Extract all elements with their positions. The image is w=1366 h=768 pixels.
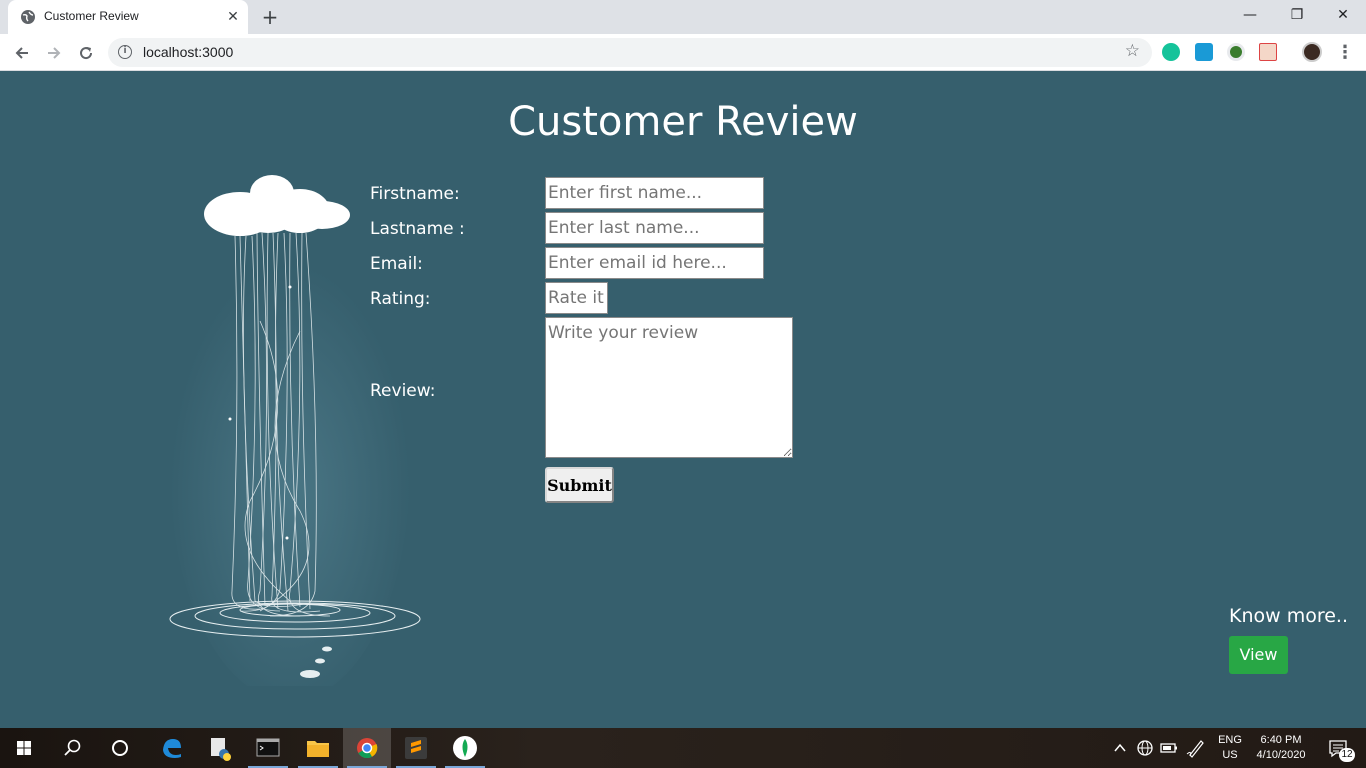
- address-bar[interactable]: i localhost:3000 ☆: [108, 38, 1152, 67]
- minimize-button[interactable]: —: [1227, 0, 1273, 32]
- page-body: Customer Review Firstname: Enter first n…: [0, 71, 1366, 728]
- python-file-icon[interactable]: [196, 728, 244, 768]
- notifications-icon[interactable]: 12: [1318, 728, 1358, 768]
- search-icon[interactable]: [48, 728, 96, 768]
- clock-time: 6:40 PM: [1260, 734, 1302, 746]
- reload-icon[interactable]: [72, 39, 100, 67]
- screen-share-extension-icon[interactable]: [1195, 43, 1213, 61]
- forward-arrow-icon[interactable]: [40, 39, 68, 67]
- tab-close-icon[interactable]: ✕: [224, 8, 242, 26]
- review-textarea[interactable]: [545, 317, 793, 458]
- firstname-label: Firstname:: [370, 184, 460, 204]
- chrome-icon[interactable]: [343, 728, 391, 768]
- lastname-input[interactable]: [545, 212, 764, 244]
- view-button[interactable]: View: [1229, 636, 1288, 674]
- restore-button[interactable]: ❐: [1274, 0, 1320, 32]
- email-label: Email:: [370, 254, 423, 274]
- battery-icon[interactable]: [1158, 728, 1180, 768]
- notification-count-badge: 12: [1339, 748, 1355, 762]
- input-language-indicator[interactable]: ENG US: [1214, 733, 1246, 763]
- rating-label: Rating:: [370, 289, 431, 309]
- review-label: Review:: [370, 381, 436, 401]
- page-title: Customer Review: [508, 99, 858, 145]
- calendar-extension-icon[interactable]: [1259, 43, 1277, 61]
- clock-date: 4/10/2020: [1256, 749, 1306, 761]
- browser-tab[interactable]: Customer Review ✕: [8, 0, 248, 34]
- edge-browser-icon[interactable]: [148, 728, 196, 768]
- browser-toolbar: i localhost:3000 ☆ ⋮: [0, 34, 1366, 71]
- submit-button[interactable]: Submit: [545, 467, 614, 503]
- rain-cloud-illustration: [169, 175, 421, 686]
- grammarly-extension-icon[interactable]: [1162, 43, 1180, 61]
- windows-start-icon[interactable]: [0, 728, 48, 768]
- region-code: US: [1222, 749, 1238, 761]
- file-explorer-icon[interactable]: [294, 728, 342, 768]
- tab-title: Customer Review: [44, 9, 139, 23]
- know-more-text: Know more..: [1229, 605, 1349, 627]
- command-prompt-icon[interactable]: [244, 728, 292, 768]
- more-menu-icon[interactable]: ⋮: [1336, 39, 1354, 67]
- back-arrow-icon[interactable]: [8, 39, 36, 67]
- windows-taskbar: ENG US 6:40 PM 4/10/2020 12: [0, 728, 1366, 768]
- new-tab-button[interactable]: +: [258, 6, 282, 28]
- browser-tab-bar: Customer Review ✕ + — ❐ ✕: [0, 0, 1366, 34]
- email-input[interactable]: [545, 247, 764, 279]
- info-icon[interactable]: i: [118, 45, 132, 59]
- mongodb-compass-icon[interactable]: [441, 728, 489, 768]
- language-code: ENG: [1218, 734, 1242, 746]
- network-globe-icon[interactable]: [1134, 728, 1156, 768]
- globe-icon: [21, 10, 35, 24]
- sublime-text-icon[interactable]: [392, 728, 440, 768]
- cortana-icon[interactable]: [96, 728, 144, 768]
- earth-extension-icon[interactable]: [1227, 43, 1245, 61]
- close-window-button[interactable]: ✕: [1320, 0, 1366, 32]
- profile-avatar[interactable]: [1302, 42, 1322, 62]
- clock[interactable]: 6:40 PM 4/10/2020: [1250, 733, 1312, 763]
- chevron-up-icon[interactable]: [1110, 728, 1130, 768]
- url-text[interactable]: localhost:3000: [143, 44, 233, 60]
- firstname-input[interactable]: [545, 177, 764, 209]
- lastname-label: Lastname :: [370, 219, 465, 239]
- pen-workspace-icon[interactable]: [1184, 728, 1208, 768]
- bookmark-star-icon[interactable]: ☆: [1125, 41, 1140, 61]
- rating-input[interactable]: [545, 282, 608, 314]
